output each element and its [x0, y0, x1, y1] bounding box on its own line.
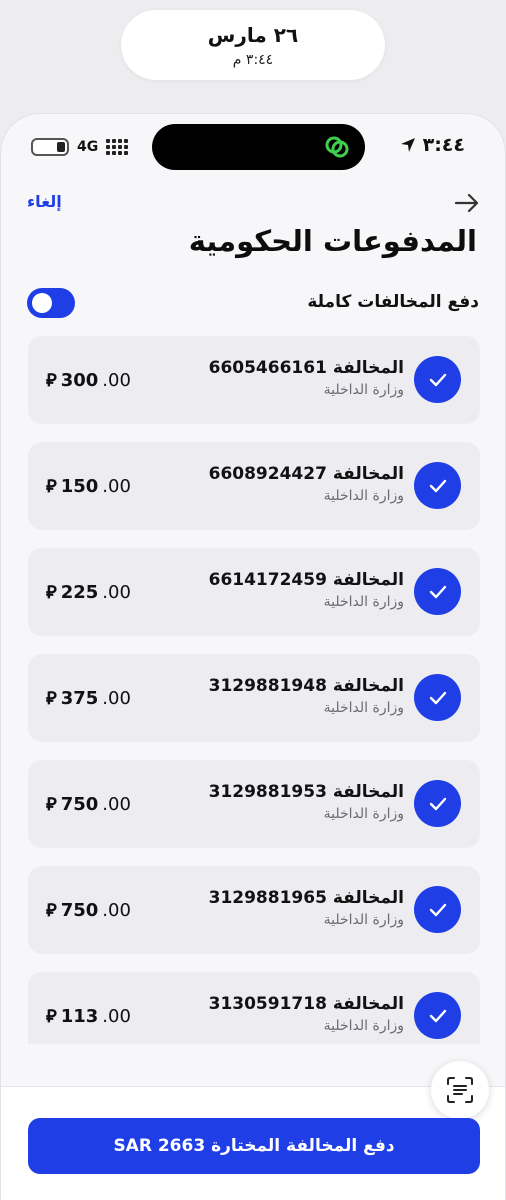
- violation-amount: ⃁ 300.00: [46, 368, 131, 391]
- violation-amount: ⃁ 375.00: [46, 686, 131, 709]
- violation-card[interactable]: المخالفة 6614172459 وزارة الداخلية ⃁ 225.…: [28, 548, 480, 636]
- network-label: 4G: [77, 139, 99, 155]
- violation-issuer: وزارة الداخلية: [323, 700, 404, 716]
- amount-int: 750: [60, 794, 99, 815]
- navigation-row: إلغاء: [1, 188, 505, 218]
- violation-card[interactable]: المخالفة 3130591718 وزارة الداخلية ⃁ 113.…: [28, 972, 480, 1044]
- riyal-icon: ⃁: [46, 476, 57, 497]
- amount-int: 150: [60, 476, 99, 497]
- status-time: ٣:٤٤: [399, 134, 465, 156]
- cancel-link[interactable]: إلغاء: [27, 192, 62, 211]
- check-icon[interactable]: [414, 356, 461, 403]
- amount-dec: .00: [102, 370, 131, 391]
- amount-dec: .00: [102, 476, 131, 497]
- notification-pill[interactable]: ٢٦ مارس ٣:٤٤ م: [121, 10, 385, 80]
- violation-title: المخالفة 3129881948: [208, 676, 404, 696]
- violation-issuer: وزارة الداخلية: [323, 382, 404, 398]
- battery-icon: [31, 138, 69, 156]
- violation-card[interactable]: المخالفة 3129881953 وزارة الداخلية ⃁ 750.…: [28, 760, 480, 848]
- violation-issuer: وزارة الداخلية: [323, 1018, 404, 1034]
- violation-amount: ⃁ 750.00: [46, 898, 131, 921]
- amount-dec: .00: [102, 582, 131, 603]
- amount-int: 375: [60, 688, 99, 709]
- check-icon[interactable]: [414, 780, 461, 827]
- pay-all-row: دفع المخالفات كاملة: [1, 286, 505, 320]
- violation-title: المخالفة 3130591718: [208, 994, 404, 1014]
- toggle-knob: [32, 293, 52, 313]
- status-indicators: 4G: [31, 138, 129, 156]
- violation-amount: ⃁ 150.00: [46, 474, 131, 497]
- riyal-icon: ⃁: [46, 900, 57, 921]
- phone-screen: 4G ٣:٤٤ إلغاء المدفوعات الحكومية دفع الم…: [0, 113, 506, 1200]
- violation-title: المخالفة 6608924427: [208, 464, 404, 484]
- amount-int: 300: [60, 370, 99, 391]
- amount-dec: .00: [102, 1006, 131, 1027]
- check-icon[interactable]: [414, 992, 461, 1039]
- violation-card[interactable]: المخالفة 6608924427 وزارة الداخلية ⃁ 150.…: [28, 442, 480, 530]
- riyal-icon: ⃁: [46, 688, 57, 709]
- violation-title: المخالفة 6614172459: [208, 570, 404, 590]
- notification-time: ٣:٤٤ م: [232, 52, 274, 68]
- violation-issuer: وزارة الداخلية: [323, 488, 404, 504]
- amount-dec: .00: [102, 794, 131, 815]
- text-scan-icon: [447, 1077, 473, 1103]
- violation-card[interactable]: المخالفة 6605466161 وزارة الداخلية ⃁ 300.…: [28, 336, 480, 424]
- violation-title: المخالفة 3129881953: [208, 782, 404, 802]
- signal-icon: [106, 139, 129, 155]
- pay-all-label: دفع المخالفات كاملة: [307, 292, 479, 312]
- violations-list[interactable]: المخالفة 6605466161 وزارة الداخلية ⃁ 300.…: [28, 336, 480, 1044]
- riyal-icon: ⃁: [46, 370, 57, 391]
- check-icon[interactable]: [414, 568, 461, 615]
- check-icon[interactable]: [414, 462, 461, 509]
- pay-selected-button[interactable]: دفع المخالفة المختارة SAR 2663: [28, 1118, 480, 1174]
- chat-link-icon: [325, 136, 349, 158]
- check-icon[interactable]: [414, 886, 461, 933]
- riyal-icon: ⃁: [46, 794, 57, 815]
- bottom-bar: دفع المخالفة المختارة SAR 2663: [1, 1061, 505, 1200]
- amount-int: 113: [60, 1006, 99, 1027]
- arrow-right-icon[interactable]: [453, 190, 481, 216]
- clock-label: ٣:٤٤: [422, 134, 465, 156]
- notification-date: ٢٦ مارس: [207, 23, 299, 47]
- amount-dec: .00: [102, 900, 131, 921]
- amount-int: 225: [60, 582, 99, 603]
- page-title: المدفوعات الحكومية: [188, 224, 477, 258]
- check-icon[interactable]: [414, 674, 461, 721]
- pay-all-toggle[interactable]: [27, 288, 75, 318]
- amount-dec: .00: [102, 688, 131, 709]
- violation-issuer: وزارة الداخلية: [323, 912, 404, 928]
- violation-issuer: وزارة الداخلية: [323, 594, 404, 610]
- dynamic-island: [152, 124, 365, 170]
- amount-int: 750: [60, 900, 99, 921]
- violation-card[interactable]: المخالفة 3129881948 وزارة الداخلية ⃁ 375.…: [28, 654, 480, 742]
- violation-title: المخالفة 3129881965: [208, 888, 404, 908]
- riyal-icon: ⃁: [46, 1006, 57, 1027]
- violation-issuer: وزارة الداخلية: [323, 806, 404, 822]
- violation-amount: ⃁ 750.00: [46, 792, 131, 815]
- riyal-icon: ⃁: [46, 582, 57, 603]
- violation-amount: ⃁ 113.00: [46, 1004, 131, 1027]
- violation-card[interactable]: المخالفة 3129881965 وزارة الداخلية ⃁ 750.…: [28, 866, 480, 954]
- location-arrow-icon: [400, 138, 415, 152]
- status-bar: 4G ٣:٤٤: [1, 114, 505, 184]
- violation-title: المخالفة 6605466161: [208, 358, 404, 378]
- text-scan-button[interactable]: [431, 1061, 489, 1119]
- violation-amount: ⃁ 225.00: [46, 580, 131, 603]
